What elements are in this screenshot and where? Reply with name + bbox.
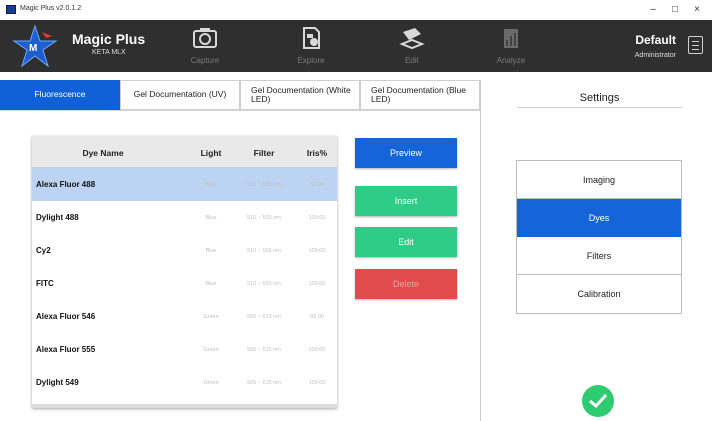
nav-analyze[interactable]: Analyze [466,20,556,72]
user-role: Administrator [634,52,676,59]
app-window: Magic Plus v2.0.1.2 – □ × M Magic Plus K… [0,0,712,421]
table-scrollbar[interactable] [32,404,337,408]
filter-cell: 510 ~ 555 nm [247,281,281,287]
settings-title: Settings [517,88,682,108]
settings-item-calibration[interactable]: Calibration [517,275,681,313]
iris-cell: 50.00 [310,182,324,188]
light-cell: Green [203,314,219,320]
tab-underline [0,110,480,111]
nav-label-analyze: Analyze [496,56,526,65]
settings-item-imaging[interactable]: Imaging [517,161,681,199]
table-row[interactable]: Alexa Fluor 555 Green 565 ~ 615 nm 100.00 [32,333,337,366]
col-filter[interactable]: Filter [230,148,298,158]
settings-menu: Imaging Dyes Filters Calibration [516,160,682,314]
nav-label-explore: Explore [297,56,325,65]
preview-button[interactable]: Preview [355,138,457,168]
tab-fluorescence[interactable]: Fluorescence [0,80,120,110]
maximize-button[interactable]: □ [666,2,684,18]
table-header: Dye Name Light Filter Iris% [32,136,337,168]
explore-image-icon [303,27,320,49]
menu-icon[interactable] [688,36,703,54]
confirm-check-icon[interactable] [582,385,614,417]
edit-button[interactable]: Edit [355,227,457,257]
insert-button[interactable]: Insert [355,186,457,216]
light-cell: Blue [205,182,217,188]
filter-cell: 565 ~ 615 nm [247,314,281,320]
dye-name-cell: Alexa Fluor 555 [36,345,96,354]
nav-label-capture: Capture [190,56,220,65]
nav-explore[interactable]: Explore [266,20,356,72]
table-row[interactable]: Dylight 488 Blue 510 ~ 555 nm 100.00 [32,201,337,234]
brand-name: Magic Plus [72,31,146,47]
close-button[interactable]: × [688,2,706,18]
panel-divider [480,80,481,421]
iris-cell: 100.00 [308,281,326,287]
app-header: M Magic Plus KETA MLX Capture Explore Ed… [0,20,712,72]
minimize-button[interactable]: – [644,2,662,18]
settings-item-filters[interactable]: Filters [517,237,681,275]
iris-cell: 100.00 [308,248,326,254]
iris-cell: 100.00 [308,380,326,386]
window-title: Magic Plus v2.0.1.2 [20,5,82,12]
analyze-chart-icon [504,29,518,48]
dye-name-cell: Alexa Fluor 488 [36,180,96,189]
iris-cell: 100.00 [308,215,326,221]
light-cell: Green [203,380,219,386]
table-row[interactable]: Alexa Fluor 546 Green 565 ~ 615 nm 50.00 [32,300,337,333]
filter-cell: 565 ~ 615 nm [247,380,281,386]
col-light[interactable]: Light [187,148,235,158]
logo-letter: M [29,43,37,54]
table-row[interactable]: Cy2 Blue 510 ~ 555 nm 100.00 [32,234,337,267]
filter-cell: 510 ~ 555 nm [247,215,281,221]
table-row[interactable]: Dylight 549 Green 565 ~ 615 nm 100.00 [32,366,337,399]
dye-name-cell: FITC [36,279,54,288]
nav-edit[interactable]: Edit [367,20,457,72]
nav-capture[interactable]: Capture [160,20,250,72]
tab-gel-blue-led[interactable]: Gel Documentation (Blue LED) [360,80,480,110]
dye-name-cell: Cy2 [36,246,51,255]
filter-cell: 510 ~ 555 nm [247,248,281,254]
nav-label-edit: Edit [405,56,419,65]
brand-subtitle: KETA MLX [92,49,126,56]
tab-gel-white-led[interactable]: Gel Documentation (White LED) [240,80,360,110]
edit-tool-icon [399,28,425,50]
filter-cell: 565 ~ 615 nm [247,347,281,353]
tab-gel-uv[interactable]: Gel Documentation (UV) [120,80,240,110]
light-cell: Blue [205,281,217,287]
dye-name-cell: Dylight 549 [36,378,79,387]
table-row[interactable]: FITC Blue 510 ~ 555 nm 100.00 [32,267,337,300]
light-cell: Blue [205,248,217,254]
user-name: Default [635,33,676,47]
mode-tabs: Fluorescence Gel Documentation (UV) Gel … [0,80,480,110]
filter-cell: 510 ~ 555 nm [247,182,281,188]
dye-name-cell: Alexa Fluor 546 [36,312,96,321]
app-icon [6,5,16,14]
settings-item-dyes[interactable]: Dyes [517,199,681,237]
light-cell: Blue [205,215,217,221]
table-row[interactable]: Alexa Fluor 488 Blue 510 ~ 555 nm 50.00 [32,168,337,201]
camera-icon [193,28,217,48]
iris-cell: 50.00 [310,314,324,320]
title-bar: Magic Plus v2.0.1.2 – □ × [0,0,712,20]
iris-cell: 100.00 [308,347,326,353]
dye-name-cell: Dylight 488 [36,213,79,222]
light-cell: Green [203,347,219,353]
delete-button[interactable]: Delete [355,269,457,299]
logo-star-icon: M [12,24,58,68]
dye-table: Dye Name Light Filter Iris% Alexa Fluor … [32,136,337,408]
col-dye-name[interactable]: Dye Name [32,148,174,158]
col-iris[interactable]: Iris% [297,148,337,158]
